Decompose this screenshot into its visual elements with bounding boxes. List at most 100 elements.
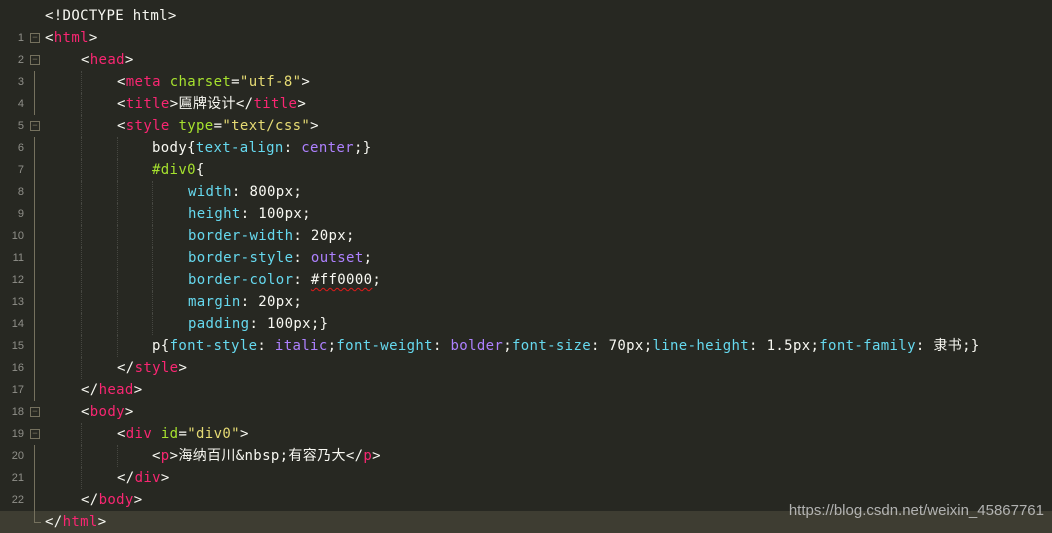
code-line-21[interactable]: 21 <p>海纳百川&nbsp;有容乃大</p> — [0, 445, 1052, 484]
code-text: </style> — [117, 357, 187, 379]
code-line-5[interactable]: 5 <title>匾牌设计</title> — [0, 93, 1052, 132]
code-line-11[interactable]: 11 border-width: 20px; — [0, 225, 1052, 264]
ln16-token: font-weight — [336, 338, 433, 354]
code-line-6[interactable]: 6 − <style type="text/css"> — [0, 115, 1052, 154]
ln20-token: = — [178, 426, 188, 442]
fold-guide — [34, 137, 35, 159]
indent-guide — [81, 115, 82, 137]
ln21-token: p — [160, 448, 170, 464]
indent-guide — [81, 137, 82, 159]
ln13-token: border-color — [188, 272, 294, 288]
ln16-token: bolder — [450, 338, 504, 354]
ln7-token: body{ — [152, 140, 196, 156]
ln21-token: </ — [345, 448, 364, 464]
code-editor[interactable]: 1 <!DOCTYPE html> 2 − <html> 3 − <head> … — [0, 0, 1052, 533]
ln1-doctype: <!DOCTYPE html> — [45, 8, 177, 24]
indent-guide — [81, 181, 82, 203]
code-line-7[interactable]: 7 body{text-align: center;} — [0, 137, 1052, 176]
ln2-tag: html — [53, 30, 89, 46]
ln6-token: type — [178, 118, 214, 134]
code-text: border-color: #ff0000; — [188, 269, 381, 291]
ln22-token: div — [134, 470, 161, 486]
ln18-token: </ — [81, 382, 99, 398]
code-text: <title>匾牌设计</title> — [117, 93, 306, 115]
code-line-3[interactable]: 3 − <head> — [0, 49, 1052, 88]
code-line-22[interactable]: 22 </div> — [0, 467, 1052, 506]
code-line-9[interactable]: 9 width: 800px; — [0, 181, 1052, 220]
fold-guide — [34, 203, 35, 225]
code-line-10[interactable]: 10 height: 100px; — [0, 203, 1052, 242]
code-line-8[interactable]: 8 #div0{ — [0, 159, 1052, 198]
code-text: </head> — [81, 379, 142, 401]
fold-guide — [34, 489, 35, 511]
indent-guide — [81, 445, 82, 467]
fold-toggle-icon[interactable]: − — [30, 429, 40, 439]
code-line-18[interactable]: 18 </head> — [0, 379, 1052, 418]
code-line-1[interactable]: 1 <!DOCTYPE html> — [0, 5, 1052, 44]
indent-guide — [117, 203, 118, 225]
indent-guide — [81, 93, 82, 115]
indent-guide — [117, 181, 118, 203]
code-text: <p>海纳百川&nbsp;有容乃大</p> — [152, 445, 381, 467]
fold-toggle-icon[interactable]: − — [30, 33, 40, 43]
code-line-16[interactable]: 16 p{font-style: italic;font-weight: bol… — [0, 335, 1052, 374]
ln20-token: div — [125, 426, 153, 442]
fold-toggle-icon[interactable]: − — [30, 407, 40, 417]
ln13-token: ; — [372, 272, 382, 288]
code-text: height: 100px; — [188, 203, 311, 225]
indent-guide — [117, 247, 118, 269]
indent-guide — [117, 313, 118, 335]
code-line-20[interactable]: 20 − <div id="div0"> — [0, 423, 1052, 462]
code-line-13[interactable]: 13 border-color: #ff0000; — [0, 269, 1052, 308]
code-line-12[interactable]: 12 border-style: outset; — [0, 247, 1052, 286]
indent-guide — [117, 335, 118, 357]
code-line-15[interactable]: 15 padding: 100px;} — [0, 313, 1052, 352]
ln16-token: : 70px; — [591, 338, 653, 354]
ln8-token: { — [195, 162, 205, 178]
ln4-token: < — [117, 74, 126, 90]
ln9-token: : 800px; — [231, 184, 303, 200]
ln17-token: style — [134, 360, 179, 376]
code-text: </body> — [81, 489, 142, 511]
ln23-token: > — [133, 492, 143, 508]
fold-toggle-icon[interactable]: − — [30, 55, 40, 65]
indent-guide — [81, 291, 82, 313]
fold-guide — [34, 467, 35, 489]
ln7-token: center — [301, 140, 354, 156]
fold-toggle-icon[interactable]: − — [30, 121, 40, 131]
code-line-14[interactable]: 14 margin: 20px; — [0, 291, 1052, 330]
fold-guide — [34, 247, 35, 269]
ln2-close-bracket: > — [88, 30, 98, 46]
ln7-token: : — [283, 140, 302, 156]
ln5-token: title — [253, 96, 298, 112]
ln8-token: #div0 — [152, 162, 196, 178]
code-text: p{font-style: italic; font-weight: bolder… — [152, 335, 980, 357]
ln7-token: text-align — [195, 140, 284, 156]
ln21-token: 海纳百川&nbsp;有容乃大 — [178, 448, 346, 464]
indent-guide — [117, 445, 118, 467]
ln21-token: > — [372, 448, 381, 464]
code-text: border-width: 20px; — [188, 225, 355, 247]
ln16-token: font-size — [512, 338, 592, 354]
ln16-token: p{ — [152, 338, 170, 354]
code-line-2[interactable]: 2 − <html> — [0, 27, 1052, 66]
indent-guide — [117, 137, 118, 159]
ln14-token: : 20px; — [240, 294, 303, 310]
ln3-open-bracket: < — [81, 52, 90, 68]
ln9-token: width — [188, 184, 232, 200]
ln20-token: > — [239, 426, 249, 442]
indent-guide — [81, 225, 82, 247]
ln11-token: : 20px; — [293, 228, 355, 244]
code-line-19[interactable]: 19 − <body> — [0, 401, 1052, 440]
ln24-token: html — [62, 514, 98, 530]
fold-guide — [34, 357, 35, 379]
code-text: <meta charset="utf-8"> — [117, 71, 310, 93]
code-line-17[interactable]: 17 </style> — [0, 357, 1052, 396]
ln5-token: </ — [235, 96, 254, 112]
ln16-token: font-style — [169, 338, 258, 354]
fold-guide — [34, 313, 35, 335]
indent-guide — [117, 159, 118, 181]
code-line-4[interactable]: 4 <meta charset="utf-8"> — [0, 71, 1052, 110]
code-text: #div0{ — [152, 159, 205, 181]
indent-guide — [152, 291, 153, 313]
